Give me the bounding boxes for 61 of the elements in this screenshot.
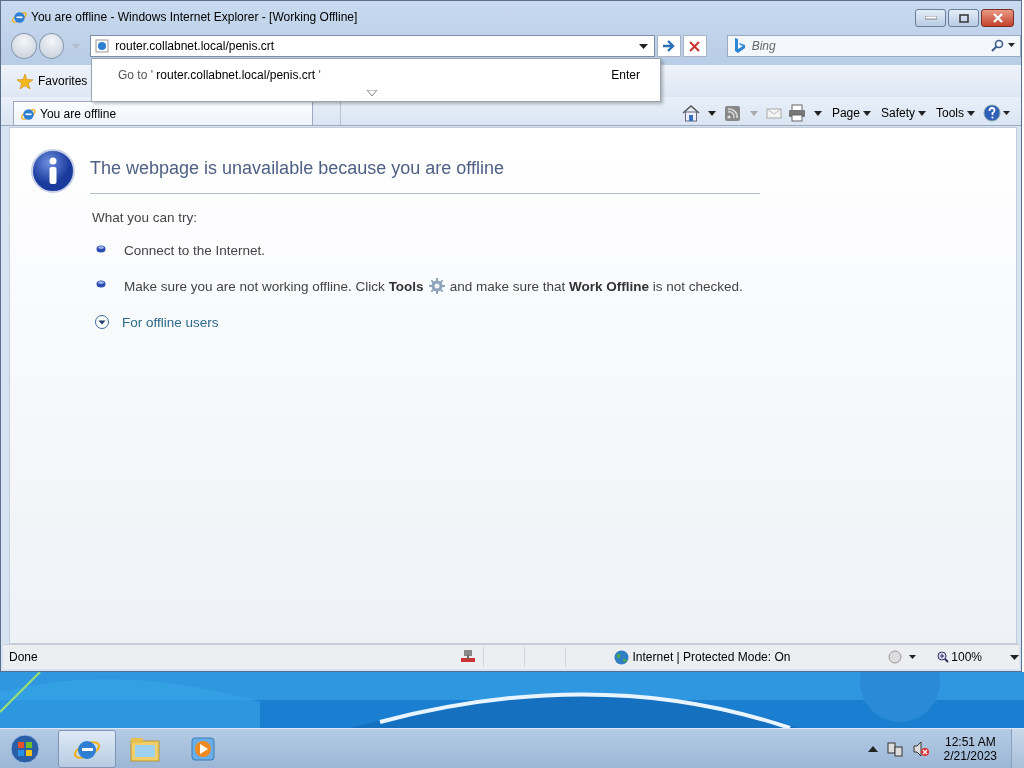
stop-button[interactable] (682, 35, 707, 57)
status-text: Done (9, 650, 39, 664)
close-button[interactable] (981, 9, 1014, 27)
clock-date[interactable]: 2/21/2023 (943, 748, 997, 763)
muted-speaker-icon[interactable] (911, 739, 930, 758)
caret-icon (918, 110, 926, 116)
suggestion-text: Connect to the Internet. (124, 243, 266, 258)
expand-icon[interactable] (94, 314, 110, 330)
bullet-icon (96, 280, 106, 288)
globe-icon (613, 649, 629, 665)
clock-time[interactable]: 12:51 AM (944, 734, 996, 749)
close-icon (991, 13, 1004, 23)
shortcut-hint: Enter (611, 68, 640, 82)
network-icon[interactable] (885, 739, 904, 758)
window-title: You are offline - Windows Internet Explorer - [Working Offline] (31, 10, 358, 24)
show-hidden-icons-arrow[interactable] (867, 745, 878, 752)
help-icon[interactable] (983, 104, 1011, 122)
browser-taskbar-button[interactable] (58, 729, 116, 768)
search-icon[interactable] (990, 39, 1016, 53)
browser-logo-icon (11, 9, 27, 25)
intro-text: What you can try: (92, 210, 199, 225)
minimize-button[interactable] (915, 9, 946, 27)
play-icon (189, 734, 217, 763)
zoom-button[interactable]: 100% (931, 649, 988, 665)
browser-tab[interactable]: You are offline (13, 101, 313, 125)
favorites-button[interactable]: Favorites (13, 71, 92, 91)
stop-icon (689, 40, 701, 52)
page-heading: The webpage is unavailable because you are offline (90, 158, 505, 179)
network-icon (458, 649, 477, 665)
arrow-icon (662, 40, 677, 52)
feeds-icon[interactable] (723, 104, 760, 122)
go-button[interactable] (657, 35, 681, 57)
gear-icon (428, 278, 445, 294)
suggestion-text: Make sure you are not working offline. Click Tools (124, 278, 424, 294)
bullet-icon (96, 245, 106, 253)
info-icon (30, 148, 76, 194)
bing-logo-icon (733, 38, 746, 54)
maximize-button[interactable] (948, 9, 979, 27)
caret-icon (967, 110, 975, 116)
dropdown-icon[interactable] (639, 43, 649, 49)
search-bar[interactable]: Bing (726, 35, 1021, 57)
suggestion-text: and make sure that Work Offline is not checked. (449, 278, 743, 294)
expand-arrow-icon[interactable] (367, 90, 377, 96)
windows-logo-icon (10, 733, 40, 764)
menu-button[interactable]: Tools (934, 106, 977, 120)
caret-icon (862, 110, 871, 116)
address-bar[interactable]: router.collabnet.local/penis.crt (90, 35, 656, 57)
star-icon (17, 73, 33, 89)
security-zone-text: Internet | Protected Mode: On (632, 650, 791, 664)
search-field[interactable]: Bing (751, 39, 984, 53)
expander-link[interactable]: For offline users (122, 314, 219, 330)
minimize-icon (924, 16, 937, 20)
menu-button[interactable]: Page (829, 106, 873, 120)
suggestion-text[interactable]: Go to ' router.collabnet.local/penis.crt ' (118, 68, 321, 82)
maximize-icon (958, 13, 969, 23)
page-icon (95, 39, 110, 53)
printer-icon[interactable] (787, 104, 824, 122)
menu-button[interactable]: Safety (878, 106, 928, 120)
dropdown-icon[interactable] (1010, 654, 1019, 660)
home-icon[interactable] (681, 104, 718, 122)
zoom-icon (937, 651, 950, 663)
